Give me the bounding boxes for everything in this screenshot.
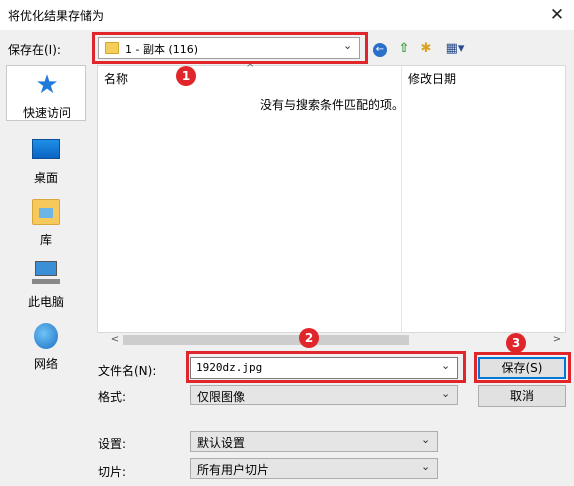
new-folder-icon[interactable]: ✱ bbox=[417, 40, 435, 58]
chevron-down-icon: ⌄ bbox=[441, 387, 451, 400]
computer-icon bbox=[32, 261, 60, 287]
view-menu-icon[interactable]: ▦▾ bbox=[441, 40, 469, 58]
place-label: 网络 bbox=[33, 357, 58, 371]
settings-label: 设置: bbox=[98, 437, 127, 451]
place-label: 桌面 bbox=[33, 171, 58, 185]
places-bar: ★ 快速访问 桌面 库 此电脑 网络 bbox=[6, 65, 86, 380]
highlight-box-save-in bbox=[92, 32, 368, 64]
slices-label: 切片: bbox=[98, 465, 127, 479]
highlight-box-save-button bbox=[474, 352, 571, 383]
step-badge-2: 2 bbox=[299, 328, 319, 348]
cancel-button[interactable]: 取消 bbox=[478, 385, 566, 407]
place-library[interactable]: 库 bbox=[6, 193, 86, 253]
format-label: 格式: bbox=[98, 390, 127, 404]
up-folder-icon[interactable]: ⇧ bbox=[395, 40, 413, 58]
library-icon bbox=[32, 199, 60, 225]
back-arrow-icon: ← bbox=[373, 43, 387, 57]
place-network[interactable]: 网络 bbox=[6, 317, 86, 377]
step-badge-1: 1 bbox=[176, 66, 196, 86]
scroll-left-icon[interactable]: < bbox=[109, 333, 121, 347]
place-label: 此电脑 bbox=[27, 295, 64, 309]
save-in-label: 保存在(I): bbox=[8, 43, 61, 57]
chevron-down-icon: ⌄ bbox=[421, 460, 431, 473]
empty-message: 没有与搜索条件匹配的项。 bbox=[260, 98, 405, 112]
scrollbar-thumb[interactable] bbox=[123, 335, 409, 345]
column-header-date[interactable]: 修改日期 bbox=[408, 70, 456, 87]
slices-select[interactable]: 所有用户切片 ⌄ bbox=[190, 458, 438, 479]
step-badge-3: 3 bbox=[506, 333, 526, 353]
network-icon bbox=[34, 323, 58, 349]
slices-value: 所有用户切片 bbox=[197, 463, 270, 477]
settings-select[interactable]: 默认设置 ⌄ bbox=[190, 431, 438, 452]
highlight-box-file-name bbox=[186, 351, 466, 383]
place-this-pc[interactable]: 此电脑 bbox=[6, 255, 86, 315]
settings-value: 默认设置 bbox=[197, 436, 246, 450]
place-label: 库 bbox=[39, 233, 52, 247]
format-select[interactable]: 仅限图像 ⌄ bbox=[190, 385, 458, 405]
column-header-name[interactable]: 名称 bbox=[104, 70, 128, 87]
sort-arrow-icon: ^ bbox=[246, 63, 255, 74]
file-name-label: 文件名(N): bbox=[98, 364, 157, 378]
place-quick-access[interactable]: ★ 快速访问 bbox=[6, 65, 86, 121]
horizontal-scrollbar[interactable]: < > bbox=[97, 333, 566, 347]
file-list[interactable]: 名称 ^ 修改日期 没有与搜索条件匹配的项。 bbox=[97, 63, 566, 333]
quick-access-star-icon: ★ bbox=[35, 70, 59, 100]
close-icon[interactable]: ✕ bbox=[544, 2, 570, 28]
dialog-title: 将优化结果存储为 bbox=[8, 9, 105, 23]
place-desktop[interactable]: 桌面 bbox=[6, 131, 86, 191]
place-label: 快速访问 bbox=[22, 106, 71, 120]
chevron-down-icon: ⌄ bbox=[421, 433, 431, 446]
desktop-icon bbox=[32, 139, 60, 159]
scroll-right-icon[interactable]: > bbox=[550, 333, 564, 347]
back-button[interactable]: ← bbox=[372, 40, 388, 58]
format-value: 仅限图像 bbox=[197, 390, 246, 404]
